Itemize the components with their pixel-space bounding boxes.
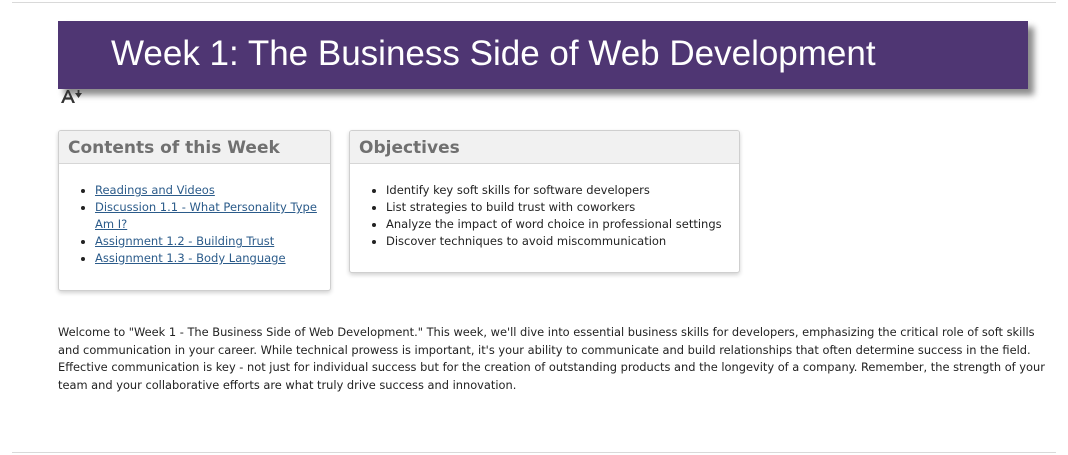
list-item: Identify key soft skills for software de… [386,182,731,199]
assignment-1-2-link[interactable]: Assignment 1.2 - Building Trust [95,234,274,248]
bottom-divider [12,452,1056,453]
contents-list: Readings and Videos Discussion 1.1 - Wha… [59,182,317,267]
contents-heading: Contents of this Week [68,138,280,158]
objectives-card: Objectives Identify key soft skills for … [349,130,740,273]
welcome-paragraph: Welcome to "Week 1 - The Business Side o… [58,325,1045,392]
top-divider [12,2,1056,3]
accessibility-text-size-icon[interactable] [60,89,84,105]
list-item: Discussion 1.1 - What Personality Type A… [95,199,317,233]
objective-text: Identify key soft skills for software de… [386,183,650,197]
discussion-1-1-link[interactable]: Discussion 1.1 - What Personality Type A… [95,200,317,231]
objective-text: Analyze the impact of word choice in pro… [386,217,722,231]
page-title: Week 1: The Business Side of Web Develop… [111,34,876,73]
list-item: Analyze the impact of word choice in pro… [386,216,731,233]
list-item: List strategies to build trust with cowo… [386,199,731,216]
objectives-heading: Objectives [359,138,460,158]
list-item: Discover techniques to avoid miscommunic… [386,233,731,250]
list-item: Assignment 1.3 - Body Language [95,250,317,267]
objectives-card-header: Objectives [350,131,739,164]
week-banner: Week 1: The Business Side of Web Develop… [58,21,1028,89]
objective-text: Discover techniques to avoid miscommunic… [386,234,667,248]
objective-text: List strategies to build trust with cowo… [386,200,636,214]
objectives-list: Identify key soft skills for software de… [350,182,731,250]
contents-card: Contents of this Week Readings and Video… [58,130,331,291]
list-item: Readings and Videos [95,182,317,199]
assignment-1-3-link[interactable]: Assignment 1.3 - Body Language [95,251,286,265]
contents-card-header: Contents of this Week [59,131,330,164]
list-item: Assignment 1.2 - Building Trust [95,233,317,250]
readings-videos-link[interactable]: Readings and Videos [95,183,215,197]
